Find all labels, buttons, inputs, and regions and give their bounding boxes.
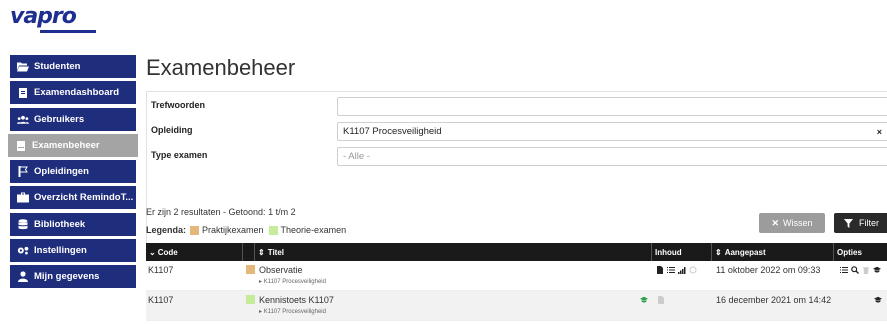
column-header-inhoud: Inhoud <box>652 243 712 261</box>
filter-panel: Trefwoorden Opleiding K1107 Procesveilig… <box>146 91 887 246</box>
trash-icon[interactable] <box>862 266 870 274</box>
sidebar-item-studenten[interactable]: Studenten <box>10 55 136 78</box>
refresh-icon[interactable] <box>689 266 697 274</box>
row-title[interactable]: Observatie <box>259 265 303 275</box>
inhoud-icons <box>640 296 665 304</box>
sidebar-item-bibliotheek[interactable]: Bibliotheek <box>10 212 136 236</box>
sidebar-item-instellingen[interactable]: Instellingen <box>10 239 136 263</box>
user-icon <box>16 271 29 283</box>
sidebar-item-label: Studenten <box>34 61 81 72</box>
sidebar-item-label: Opleidingen <box>34 166 89 178</box>
type-examen-select[interactable]: - Alle - <box>337 147 887 166</box>
graduation-cap-icon[interactable] <box>640 296 648 304</box>
sidebar-item-label: Instellingen <box>34 245 87 257</box>
document-icon[interactable] <box>656 266 664 274</box>
row-code: K1107 <box>148 265 174 275</box>
legend-item-label: Theorie-examen <box>280 225 347 235</box>
filter-button[interactable]: Filter <box>834 213 887 233</box>
opties-icons <box>840 266 881 274</box>
legend: Legenda: Praktijkexamen Theorie-examen <box>146 225 351 235</box>
sort-icon: ⇕ <box>258 247 265 257</box>
table-row[interactable]: K1107 Kennistoets K1107 ▸ K1107 Procesve… <box>146 291 887 321</box>
sidebar-item-mijn-gegevens[interactable]: Mijn gegevens <box>10 265 136 289</box>
column-header-opties: Opties <box>837 247 862 257</box>
trefwoorden-label: Trefwoorden <box>151 100 206 110</box>
users-icon <box>16 114 29 125</box>
column-header-titel[interactable]: ⇕ Titel <box>255 243 652 261</box>
row-subtitle: ▸ K1107 Procesveiligheid <box>259 309 326 315</box>
praktijk-type-marker <box>246 265 255 274</box>
page-title: Examenbeheer <box>146 55 296 80</box>
sidebar-item-label: Bibliotheek <box>34 218 86 230</box>
column-header-aangepast[interactable]: ⇕ Aangepast <box>712 243 834 261</box>
sort-icon: ⇕ <box>715 247 722 257</box>
praktijk-swatch <box>190 225 200 235</box>
sidebar-item-opleidingen[interactable]: Opleidingen <box>10 160 136 184</box>
graduation-cap-icon[interactable] <box>874 296 882 304</box>
opleiding-select[interactable]: K1107 Procesveiligheid × <box>337 122 887 141</box>
column-header-code[interactable]: ⌄ Code <box>146 243 243 261</box>
inhoud-icons <box>656 266 697 274</box>
briefcase-icon <box>16 192 29 203</box>
graduation-cap-icon[interactable] <box>873 266 881 274</box>
cogs-icon <box>16 245 29 256</box>
logo-underline <box>40 30 96 33</box>
type-examen-label: Type examen <box>151 150 208 160</box>
flag-icon <box>16 166 29 178</box>
filter-label: Filter <box>859 218 879 228</box>
table-row[interactable]: K1107 Observatie ▸ K1107 Procesveilighei… <box>146 261 887 291</box>
trefwoorden-input[interactable] <box>337 97 887 116</box>
sidebar-item-examendashboard[interactable]: Examendashboard <box>10 81 136 105</box>
sidebar-nav: Studenten Examendashboard Gebruikers Exa… <box>8 55 138 292</box>
row-date: 11 oktober 2022 om 09:33 <box>716 265 821 275</box>
exam-table: ⌄ Code ⇕ Titel Inhoud ⇕ Aangepast Opties… <box>146 243 887 321</box>
sidebar-item-label: Overzicht RemindoT... <box>34 192 134 204</box>
opleiding-label: Opleiding <box>151 125 193 135</box>
legend-item-praktijk: Praktijkexamen <box>190 225 264 235</box>
theorie-swatch <box>268 225 278 235</box>
wissen-label: Wissen <box>783 218 813 228</box>
clipboard-list-icon <box>14 140 27 151</box>
wissen-button[interactable]: ✕ Wissen <box>759 213 825 233</box>
row-title[interactable]: Kennistoets K1107 <box>259 295 334 305</box>
vapro-logo[interactable]: vapro <box>10 6 96 36</box>
legend-label: Legenda: <box>146 225 187 235</box>
type-examen-placeholder: - Alle - <box>343 151 370 162</box>
sidebar-item-label: Mijn gegevens <box>34 271 100 283</box>
clipboard-icon <box>16 87 29 99</box>
close-icon: ✕ <box>771 217 780 228</box>
sidebar-item-label: Gebruikers <box>34 113 85 125</box>
sidebar-item-gebruikers[interactable]: Gebruikers <box>10 107 136 131</box>
database-icon <box>16 218 29 230</box>
opties-icons <box>874 296 882 304</box>
funnel-icon <box>844 218 853 228</box>
list-icon[interactable] <box>840 266 848 274</box>
sidebar-item-label: Examendashboard <box>34 87 119 99</box>
row-code: K1107 <box>148 295 174 305</box>
results-summary: Er zijn 2 resultaten - Getoond: 1 t/m 2 <box>146 207 296 217</box>
document-icon[interactable] <box>657 296 665 304</box>
sidebar-item-overzicht-remindo[interactable]: Overzicht RemindoT... <box>10 186 136 210</box>
sidebar-item-examenbeheer[interactable]: Examenbeheer <box>8 133 138 157</box>
search-icon[interactable] <box>851 266 859 274</box>
legend-item-theorie: Theorie-examen <box>268 225 347 235</box>
row-date: 16 december 2021 om 14:42 <box>716 295 832 305</box>
clear-icon[interactable]: × <box>877 127 882 137</box>
column-header-type <box>243 243 255 261</box>
sidebar-item-label: Examenbeheer <box>32 139 100 151</box>
folder-open-icon <box>16 61 29 72</box>
legend-item-label: Praktijkexamen <box>202 225 264 235</box>
list-icon[interactable] <box>667 266 675 274</box>
logo-text: vapro <box>10 4 77 29</box>
row-subtitle: ▸ K1107 Procesveiligheid <box>259 279 326 285</box>
table-header: ⌄ Code ⇕ Titel Inhoud ⇕ Aangepast Opties <box>146 243 887 261</box>
sort-desc-icon: ⌄ <box>149 247 156 257</box>
signal-bars-icon[interactable] <box>678 266 686 274</box>
opleiding-selected-value: K1107 Procesveiligheid <box>343 126 442 137</box>
theorie-type-marker <box>246 295 255 304</box>
